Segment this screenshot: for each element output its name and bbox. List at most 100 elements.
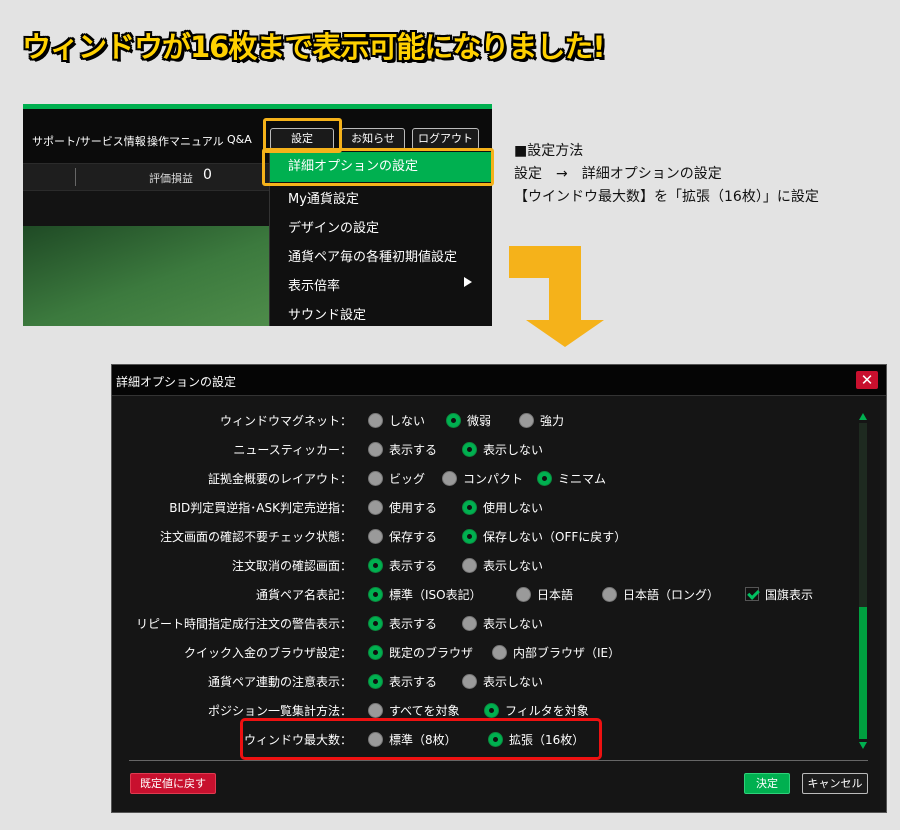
radio-option[interactable]: 内部ブラウザ（IE） — [492, 642, 620, 662]
radio-option[interactable]: すべてを対象 — [368, 700, 459, 720]
news-button[interactable]: お知らせ — [341, 128, 405, 150]
nav-manual-link[interactable]: 操作マニュアル — [147, 133, 224, 149]
chart-area — [23, 226, 269, 326]
radio-label: フィルタを対象 — [505, 703, 589, 718]
option-row: ニュースティッカー： 表示する 表示しない — [112, 435, 872, 464]
radio-option[interactable]: 日本語（ロング） — [602, 584, 719, 604]
radio-label: 既定のブラウザ — [389, 645, 474, 660]
radio-unselected-icon[interactable] — [368, 702, 383, 718]
radio-unselected-icon[interactable] — [368, 499, 383, 515]
radio-selected-icon[interactable] — [446, 412, 461, 428]
radio-unselected-icon[interactable] — [368, 441, 383, 457]
radio-selected-icon[interactable] — [368, 615, 383, 631]
radio-option[interactable]: しない — [368, 410, 425, 430]
radio-unselected-icon[interactable] — [368, 412, 383, 428]
radio-unselected-icon[interactable] — [462, 673, 477, 689]
radio-unselected-icon[interactable] — [368, 528, 383, 544]
pnl-label: 評価損益 — [149, 172, 193, 185]
radio-selected-icon[interactable] — [484, 702, 499, 718]
menu-item-advanced-options[interactable]: 詳細オプションの設定 — [270, 152, 492, 182]
radio-selected-icon[interactable] — [368, 673, 383, 689]
radio-label: 表示する — [389, 558, 438, 573]
radio-selected-icon[interactable] — [368, 557, 383, 573]
radio-label: 日本語（ロング） — [623, 587, 720, 602]
pnl-value: 0 — [203, 167, 212, 183]
cancel-button[interactable]: キャンセル — [802, 773, 868, 794]
menu-item-design[interactable]: デザインの設定 — [288, 217, 379, 236]
radio-selected-icon[interactable] — [368, 644, 383, 660]
radio-option[interactable]: 表示しない — [462, 439, 543, 459]
nav-qa-link[interactable]: Q&A — [227, 133, 252, 146]
divider — [75, 168, 76, 186]
radio-option[interactable]: 表示しない — [462, 555, 543, 575]
radio-unselected-icon[interactable] — [462, 615, 477, 631]
scroll-thumb[interactable] — [859, 607, 867, 739]
option-label: リピート時間指定成行注文の警告表示： — [135, 617, 352, 631]
radio-unselected-icon[interactable] — [516, 586, 531, 602]
radio-option[interactable]: 表示する — [368, 439, 437, 459]
radio-label: 内部ブラウザ（IE） — [513, 645, 621, 660]
scrollbar[interactable] — [858, 413, 868, 749]
radio-label: 表示する — [389, 616, 438, 631]
flag-display-checkbox[interactable]: 国旗表示 — [745, 584, 813, 604]
option-row: 注文画面の確認不要チェック状態： 保存する 保存しない（OFFに戻す） — [112, 522, 872, 551]
radio-option[interactable]: 保存する — [368, 526, 437, 546]
radio-label: 日本語 — [537, 587, 574, 602]
radio-option[interactable]: 表示する — [368, 555, 437, 575]
option-row: ウィンドウマグネット： しない 微弱 強力 — [112, 406, 872, 435]
radio-option[interactable]: フィルタを対象 — [484, 700, 589, 720]
radio-unselected-icon[interactable] — [442, 470, 457, 486]
radio-option[interactable]: ビッグ — [368, 468, 425, 488]
menu-item-pair-defaults[interactable]: 通貨ペア毎の各種初期値設定 — [288, 246, 457, 265]
radio-unselected-icon[interactable] — [519, 412, 534, 428]
settings-menu: 詳細オプションの設定 My通貨設定 デザインの設定 通貨ペア毎の各種初期値設定 … — [269, 149, 492, 326]
settings-button[interactable]: 設定 — [270, 128, 334, 150]
radio-unselected-icon[interactable] — [368, 470, 383, 486]
radio-label: 使用しない — [483, 500, 544, 515]
logout-button[interactable]: ログアウト — [412, 128, 479, 150]
radio-option[interactable]: 使用しない — [462, 497, 543, 517]
option-label: 注文画面の確認不要チェック状態： — [159, 530, 352, 544]
radio-option[interactable]: ミニマム — [537, 468, 606, 488]
radio-option[interactable]: コンパクト — [442, 468, 523, 488]
radio-option[interactable]: 表示する — [368, 671, 437, 691]
scroll-down-icon[interactable] — [859, 742, 867, 749]
radio-option[interactable]: 表示しない — [462, 613, 543, 633]
radio-option[interactable]: 使用する — [368, 497, 437, 517]
instructions-heading: ■設定方法 — [514, 143, 584, 159]
radio-option[interactable]: 保存しない（OFFに戻す） — [462, 526, 626, 546]
radio-option[interactable]: 標準（ISO表記） — [368, 584, 482, 604]
radio-unselected-icon[interactable] — [492, 644, 507, 660]
option-label: ウィンドウマグネット： — [219, 414, 352, 428]
menu-item-sound[interactable]: サウンド設定 — [288, 304, 366, 323]
close-icon[interactable]: ✕ — [856, 371, 878, 389]
radio-option[interactable]: 日本語 — [516, 584, 573, 604]
radio-option[interactable]: 表示する — [368, 613, 437, 633]
radio-selected-icon[interactable] — [462, 441, 477, 457]
radio-option[interactable]: 強力 — [519, 410, 564, 430]
option-row: 通貨ペア名表記： 標準（ISO表記） 日本語 日本語（ロング） 国旗表示 — [112, 580, 872, 609]
menu-item-zoom[interactable]: 表示倍率 — [288, 275, 340, 294]
ok-button[interactable]: 決定 — [744, 773, 790, 794]
option-label: 証拠金概要のレイアウト： — [207, 472, 352, 486]
radio-option[interactable]: 既定のブラウザ — [368, 642, 473, 662]
radio-selected-icon[interactable] — [462, 499, 477, 515]
radio-option[interactable]: 微弱 — [446, 410, 491, 430]
radio-unselected-icon[interactable] — [462, 557, 477, 573]
radio-label: ビッグ — [389, 471, 426, 486]
radio-unselected-icon[interactable] — [602, 586, 617, 602]
down-arrow-icon — [509, 246, 604, 347]
menu-item-my-currency[interactable]: My通貨設定 — [288, 188, 359, 207]
instructions-detail: 【ウインドウ最大数】を「拡張（16枚）」に設定 — [514, 189, 819, 205]
scroll-up-icon[interactable] — [859, 413, 867, 420]
checkbox-checked-icon[interactable] — [745, 587, 759, 601]
option-label: ニュースティッカー： — [233, 443, 352, 457]
radio-option[interactable]: 表示しない — [462, 671, 543, 691]
radio-label: しない — [389, 413, 426, 428]
option-label: 注文取消の確認画面： — [231, 559, 352, 573]
radio-selected-icon[interactable] — [537, 470, 552, 486]
reset-defaults-button[interactable]: 既定値に戻す — [130, 773, 216, 794]
radio-selected-icon[interactable] — [368, 586, 383, 602]
radio-selected-icon[interactable] — [462, 528, 477, 544]
nav-support-link[interactable]: サポート/サービス情報 — [32, 133, 146, 149]
